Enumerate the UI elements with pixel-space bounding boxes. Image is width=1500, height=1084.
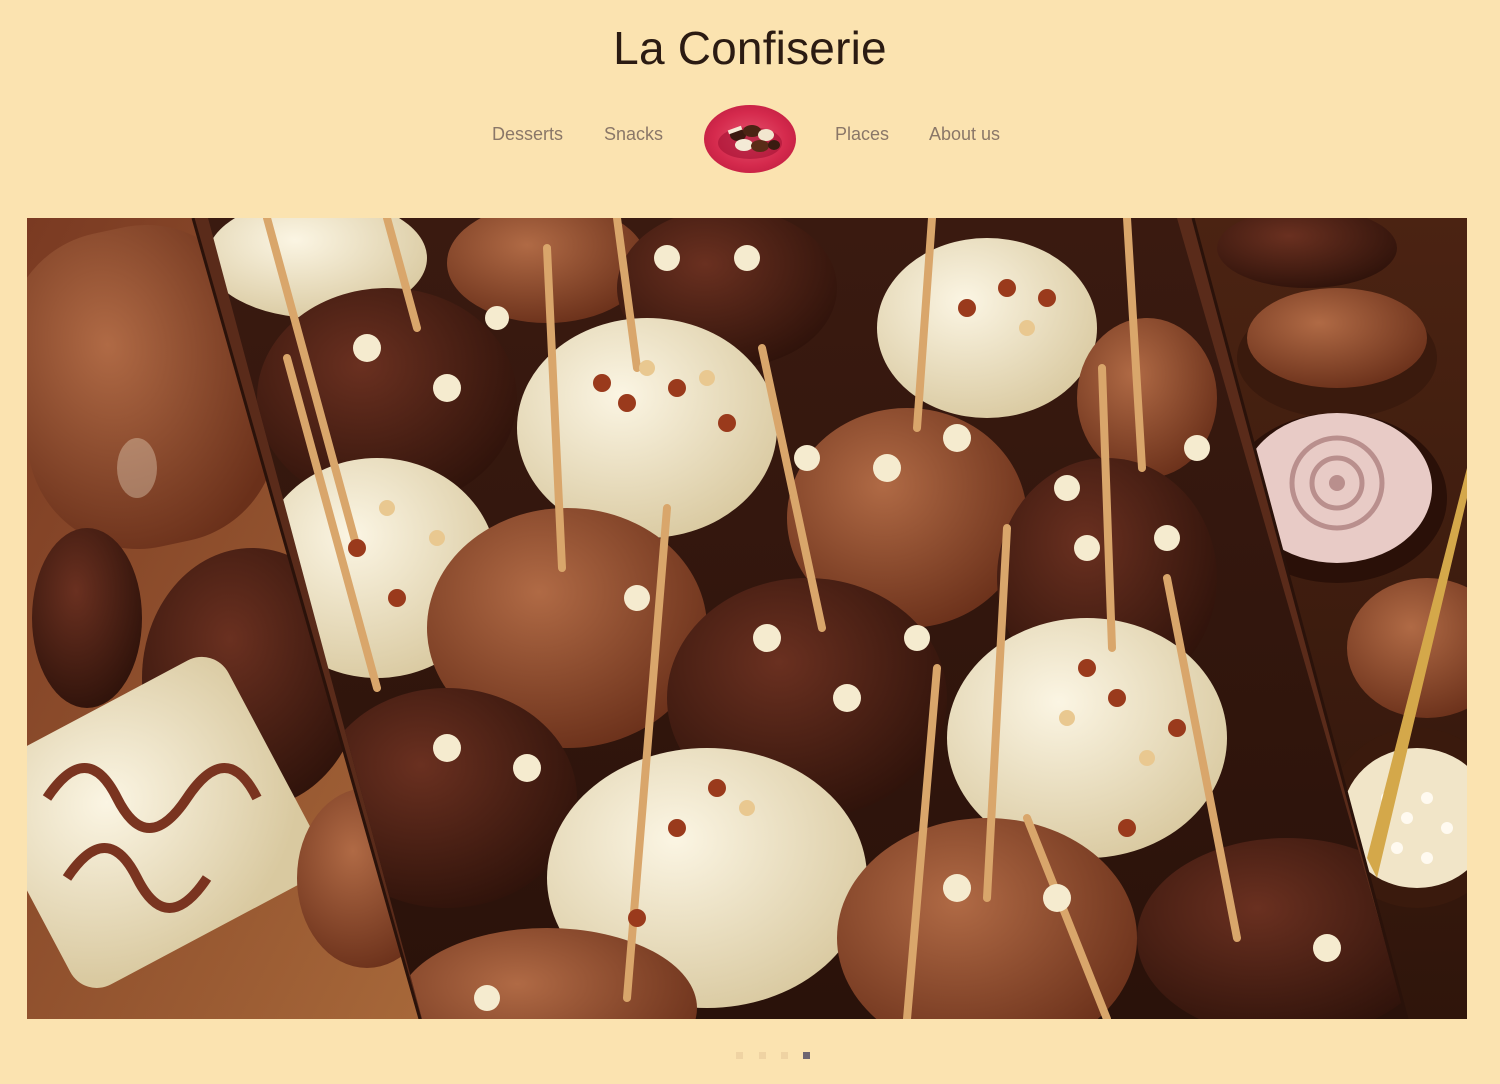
candy-box-logo-icon[interactable] [704,105,796,173]
nav-item-about-us[interactable]: About us [929,123,1000,145]
slider-pagination [0,1052,1500,1062]
slider-dot-2[interactable] [759,1052,766,1059]
nav-item-snacks[interactable]: Snacks [604,123,663,145]
slider-dot-1[interactable] [736,1052,743,1059]
slider-dot-4-active[interactable] [803,1052,810,1059]
image-slider[interactable] [27,218,1467,1019]
main-nav: Desserts Snacks Places About us [0,105,1500,173]
nav-item-desserts[interactable]: Desserts [492,123,563,145]
nav-item-places[interactable]: Places [835,123,889,145]
slider-dot-3[interactable] [781,1052,788,1059]
site-title: La Confiserie [613,22,887,74]
